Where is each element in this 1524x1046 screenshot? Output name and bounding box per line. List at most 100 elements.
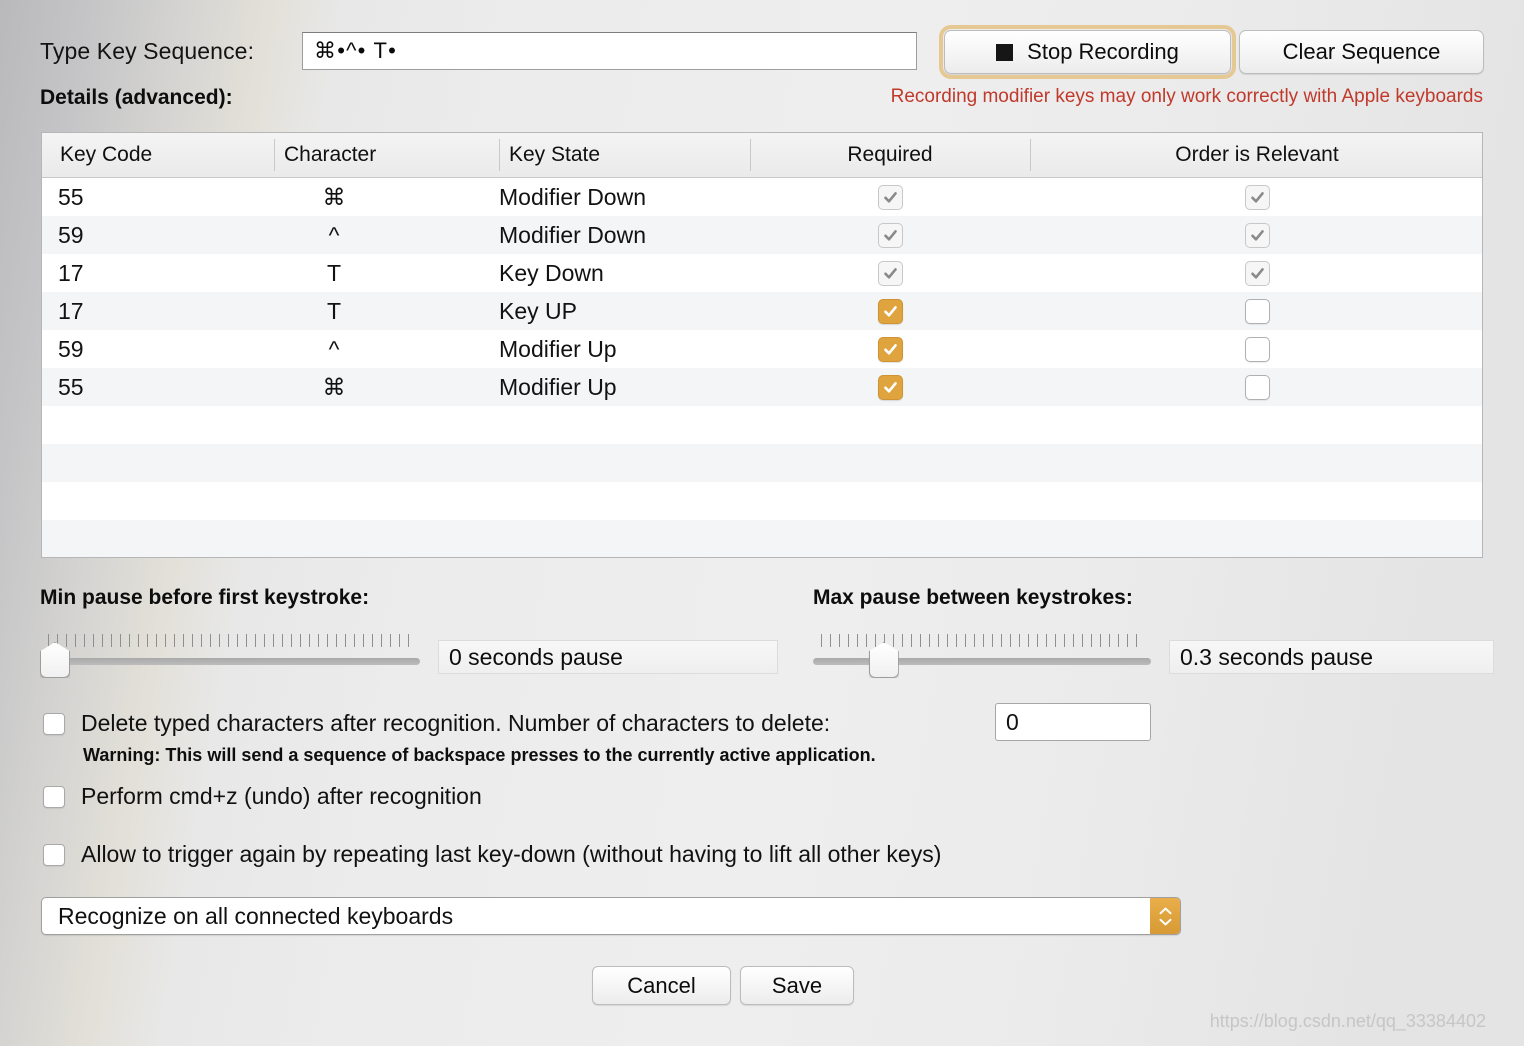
column-divider <box>1030 139 1031 171</box>
allow-retrigger-option[interactable]: Allow to trigger again by repeating last… <box>43 841 941 868</box>
table-row[interactable]: 17 T Key Down <box>42 254 1482 292</box>
cell-key-state: Modifier Up <box>499 336 617 362</box>
perform-undo-option[interactable]: Perform cmd+z (undo) after recognition <box>43 783 482 810</box>
min-pause-slider[interactable] <box>40 628 420 678</box>
min-pause-label: Min pause before first keystroke: <box>40 586 370 609</box>
checkbox-unchecked[interactable] <box>1244 298 1270 324</box>
cell-key-code: 59 <box>58 336 84 362</box>
cell-key-code: 17 <box>58 260 84 286</box>
slider-thumb[interactable] <box>868 642 899 678</box>
keyboard-scope-select[interactable]: Recognize on all connected keyboards <box>41 897 1181 935</box>
cell-order-is-relevant <box>1117 178 1397 216</box>
cell-key-state: Key UP <box>499 298 577 324</box>
table-row[interactable]: 55 ⌘ Modifier Up <box>42 368 1482 406</box>
checkbox-checked-disabled <box>1244 184 1270 210</box>
perform-undo-label: Perform cmd+z (undo) after recognition <box>81 783 482 809</box>
cell-required <box>750 178 1030 216</box>
table-header-row: Key Code Character Key State Required Or… <box>42 133 1482 178</box>
column-header-order-is-relevant[interactable]: Order is Relevant <box>1030 133 1482 177</box>
keyboard-scope-value: Recognize on all connected keyboards <box>58 902 454 929</box>
delete-typed-characters-checkbox[interactable] <box>43 712 65 735</box>
checkbox-checked[interactable] <box>877 374 903 400</box>
cell-key-state: Modifier Up <box>499 374 617 400</box>
slider-ticks <box>48 634 414 647</box>
cell-character: ^ <box>328 222 340 248</box>
checkbox-checked[interactable] <box>877 298 903 324</box>
column-header-key-state[interactable]: Key State <box>499 133 750 177</box>
allow-retrigger-checkbox[interactable] <box>43 843 65 866</box>
max-pause-slider[interactable] <box>813 628 1151 678</box>
cell-order-is-relevant <box>1117 330 1397 368</box>
checkbox-unchecked[interactable] <box>1244 374 1270 400</box>
details-heading: Details (advanced): <box>40 86 233 109</box>
table-body: 55 ⌘ Modifier Down 59 ^ Modifier Down 17 T Key D… <box>42 178 1482 557</box>
column-header-character[interactable]: Character <box>274 133 499 177</box>
allow-retrigger-label: Allow to trigger again by repeating last… <box>81 841 942 867</box>
column-header-required[interactable]: Required <box>750 133 1030 177</box>
cell-order-is-relevant <box>1117 254 1397 292</box>
key-sequence-input[interactable]: ⌘•^• T• <box>302 32 917 70</box>
cell-character: ⌘ <box>322 374 346 400</box>
cell-key-code: 55 <box>58 374 84 400</box>
column-divider <box>750 139 751 171</box>
table-row-empty <box>42 406 1482 444</box>
cell-order-is-relevant <box>1117 292 1397 330</box>
checkbox-checked-disabled <box>877 260 903 286</box>
checkbox-checked-disabled <box>877 222 903 248</box>
cell-order-is-relevant <box>1117 216 1397 254</box>
min-pause-value: 0 seconds pause <box>438 640 778 674</box>
stop-square-icon <box>996 43 1014 61</box>
slider-ticks <box>821 634 1145 647</box>
cell-character: T <box>326 260 342 286</box>
watermark: https://blog.csdn.net/qq_33384402 <box>1209 1011 1486 1031</box>
cell-required <box>750 368 1030 406</box>
table-row-empty <box>42 482 1482 520</box>
key-sequence-dialog: Type Key Sequence: ⌘•^• T• Stop Recordin… <box>0 0 1524 1046</box>
cell-key-state: Modifier Down <box>499 222 646 248</box>
table-row-empty <box>42 520 1482 557</box>
cell-required <box>750 330 1030 368</box>
cell-key-code: 55 <box>58 184 84 210</box>
slider-track[interactable] <box>40 658 420 665</box>
backspace-warning-text: Warning: This will send a sequence of ba… <box>83 745 876 765</box>
table-row[interactable]: 59 ^ Modifier Down <box>42 216 1482 254</box>
checkbox-checked-disabled <box>1244 260 1270 286</box>
table-row[interactable]: 17 T Key UP <box>42 292 1482 330</box>
max-pause-slider-block: Max pause between keystrokes: 0.3 second… <box>813 586 1513 678</box>
save-button[interactable]: Save <box>740 966 854 1005</box>
cell-required <box>750 254 1030 292</box>
delete-typed-characters-option[interactable]: Delete typed characters after recognitio… <box>43 710 830 737</box>
min-pause-slider-block: Min pause before first keystroke: 0 seco… <box>40 586 780 678</box>
chevron-up-icon <box>1159 907 1171 914</box>
cell-order-is-relevant <box>1117 368 1397 406</box>
sequence-label: Type Key Sequence: <box>40 38 255 64</box>
table-row-empty <box>42 444 1482 482</box>
checkbox-unchecked[interactable] <box>1244 336 1270 362</box>
checkbox-checked-disabled <box>877 184 903 210</box>
sequence-toolbar: Type Key Sequence: ⌘•^• T• Stop Recordin… <box>0 25 1524 79</box>
slider-track[interactable] <box>813 658 1151 665</box>
table-row[interactable]: 55 ⌘ Modifier Down <box>42 178 1482 216</box>
cell-key-code: 17 <box>58 298 84 324</box>
column-header-key-code[interactable]: Key Code <box>50 133 274 177</box>
recording-warning-text: Recording modifier keys may only work co… <box>890 86 1483 107</box>
cell-character: T <box>326 298 342 324</box>
column-divider <box>274 139 275 171</box>
stop-recording-button[interactable]: Stop Recording <box>939 25 1236 79</box>
delete-typed-characters-label: Delete typed characters after recognitio… <box>81 710 831 736</box>
cell-character: ⌘ <box>322 184 346 210</box>
cell-key-state: Modifier Down <box>499 184 646 210</box>
max-pause-value: 0.3 seconds pause <box>1169 640 1494 674</box>
checkbox-checked[interactable] <box>877 336 903 362</box>
cancel-button[interactable]: Cancel <box>592 966 731 1005</box>
perform-undo-checkbox[interactable] <box>43 785 65 808</box>
table-row[interactable]: 59 ^ Modifier Up <box>42 330 1482 368</box>
cell-key-code: 59 <box>58 222 84 248</box>
key-events-table: Key Code Character Key State Required Or… <box>41 132 1483 558</box>
checkbox-checked-disabled <box>1244 222 1270 248</box>
cell-character: ^ <box>328 336 340 362</box>
slider-thumb[interactable] <box>40 642 70 678</box>
chevron-up-down-icon[interactable] <box>1150 898 1180 934</box>
characters-to-delete-input[interactable]: 0 <box>995 703 1151 741</box>
clear-sequence-button[interactable]: Clear Sequence <box>1239 30 1484 74</box>
